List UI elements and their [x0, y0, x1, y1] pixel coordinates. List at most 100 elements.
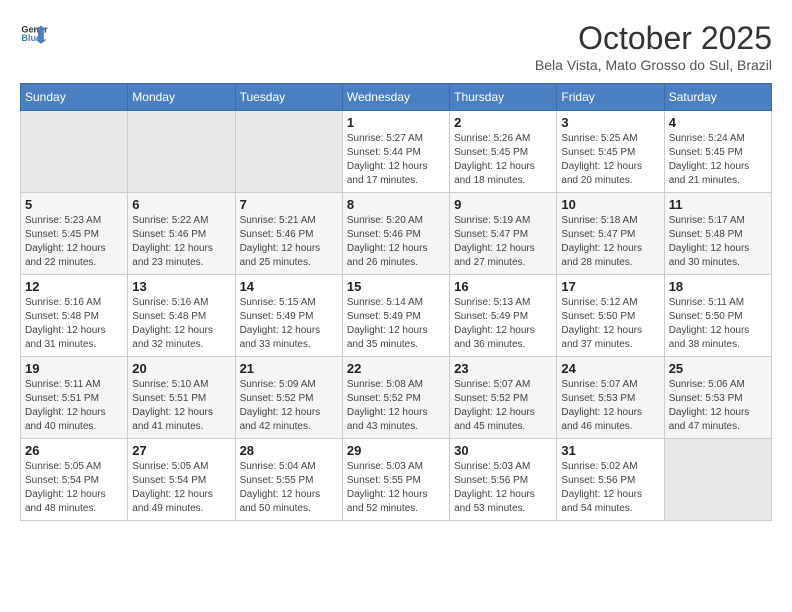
- day-header-friday: Friday: [557, 84, 664, 111]
- day-number: 2: [454, 115, 552, 130]
- day-info: Sunrise: 5:17 AM Sunset: 5:48 PM Dayligh…: [669, 214, 767, 270]
- day-number: 28: [240, 443, 338, 458]
- day-info: Sunrise: 5:22 AM Sunset: 5:46 PM Dayligh…: [132, 214, 230, 270]
- day-info: Sunrise: 5:16 AM Sunset: 5:48 PM Dayligh…: [25, 296, 123, 352]
- day-number: 6: [132, 197, 230, 212]
- day-info: Sunrise: 5:20 AM Sunset: 5:46 PM Dayligh…: [347, 214, 445, 270]
- calendar-cell: 18Sunrise: 5:11 AM Sunset: 5:50 PM Dayli…: [664, 275, 771, 357]
- calendar-cell: 8 Sunrise: 5:20 AM Sunset: 5:46 PM Daylig…: [342, 193, 449, 275]
- day-number: 5: [25, 197, 123, 212]
- logo: General Blue: [20, 20, 48, 48]
- calendar-table: SundayMondayTuesdayWednesdayThursdayFrid…: [20, 83, 772, 521]
- day-number: 19: [25, 361, 123, 376]
- day-header-saturday: Saturday: [664, 84, 771, 111]
- day-info: Sunrise: 5:05 AM Sunset: 5:54 PM Dayligh…: [132, 460, 230, 516]
- day-number: 20: [132, 361, 230, 376]
- day-info: Sunrise: 5:13 AM Sunset: 5:49 PM Dayligh…: [454, 296, 552, 352]
- calendar-cell: 5 Sunrise: 5:23 AM Sunset: 5:45 PM Daylig…: [21, 193, 128, 275]
- day-number: 11: [669, 197, 767, 212]
- calendar-cell: 22Sunrise: 5:08 AM Sunset: 5:52 PM Dayli…: [342, 357, 449, 439]
- calendar-cell: [235, 111, 342, 193]
- day-number: 12: [25, 279, 123, 294]
- month-title: October 2025: [535, 20, 772, 57]
- calendar-cell: 25Sunrise: 5:06 AM Sunset: 5:53 PM Dayli…: [664, 357, 771, 439]
- calendar-cell: 20 Sunrise: 5:10 AM Sunset: 5:51 PM Dayli…: [128, 357, 235, 439]
- day-number: 27: [132, 443, 230, 458]
- day-info: Sunrise: 5:15 AM Sunset: 5:49 PM Dayligh…: [240, 296, 338, 352]
- calendar-cell: 28 Sunrise: 5:04 AM Sunset: 5:55 PM Dayli…: [235, 439, 342, 521]
- day-number: 25: [669, 361, 767, 376]
- day-info: Sunrise: 5:24 AM Sunset: 5:45 PM Dayligh…: [669, 132, 767, 188]
- day-info: Sunrise: 5:03 AM Sunset: 5:55 PM Dayligh…: [347, 460, 445, 516]
- day-number: 23: [454, 361, 552, 376]
- day-info: Sunrise: 5:03 AM Sunset: 5:56 PM Dayligh…: [454, 460, 552, 516]
- calendar-cell: 16 Sunrise: 5:13 AM Sunset: 5:49 PM Dayli…: [450, 275, 557, 357]
- day-number: 21: [240, 361, 338, 376]
- day-info: Sunrise: 5:08 AM Sunset: 5:52 PM Dayligh…: [347, 378, 445, 434]
- day-number: 18: [669, 279, 767, 294]
- header: General Blue October 2025 Bela Vista, Ma…: [20, 20, 772, 73]
- day-number: 16: [454, 279, 552, 294]
- logo-icon: General Blue: [20, 20, 48, 48]
- day-info: Sunrise: 5:07 AM Sunset: 5:53 PM Dayligh…: [561, 378, 659, 434]
- day-info: Sunrise: 5:05 AM Sunset: 5:54 PM Dayligh…: [25, 460, 123, 516]
- week-row-1: 1 Sunrise: 5:27 AM Sunset: 5:44 PM Daylig…: [21, 111, 772, 193]
- calendar-cell: 15Sunrise: 5:14 AM Sunset: 5:49 PM Dayli…: [342, 275, 449, 357]
- day-info: Sunrise: 5:10 AM Sunset: 5:51 PM Dayligh…: [132, 378, 230, 434]
- calendar-cell: 7 Sunrise: 5:21 AM Sunset: 5:46 PM Daylig…: [235, 193, 342, 275]
- calendar-cell: 9 Sunrise: 5:19 AM Sunset: 5:47 PM Daylig…: [450, 193, 557, 275]
- day-number: 14: [240, 279, 338, 294]
- calendar-cell: 30 Sunrise: 5:03 AM Sunset: 5:56 PM Dayli…: [450, 439, 557, 521]
- calendar-cell: 23 Sunrise: 5:07 AM Sunset: 5:52 PM Dayli…: [450, 357, 557, 439]
- day-number: 4: [669, 115, 767, 130]
- calendar-cell: [128, 111, 235, 193]
- calendar-cell: 17 Sunrise: 5:12 AM Sunset: 5:50 PM Dayli…: [557, 275, 664, 357]
- day-number: 10: [561, 197, 659, 212]
- day-number: 7: [240, 197, 338, 212]
- day-info: Sunrise: 5:07 AM Sunset: 5:52 PM Dayligh…: [454, 378, 552, 434]
- day-number: 9: [454, 197, 552, 212]
- header-row: SundayMondayTuesdayWednesdayThursdayFrid…: [21, 84, 772, 111]
- day-number: 13: [132, 279, 230, 294]
- day-header-tuesday: Tuesday: [235, 84, 342, 111]
- day-number: 3: [561, 115, 659, 130]
- day-header-monday: Monday: [128, 84, 235, 111]
- day-number: 24: [561, 361, 659, 376]
- day-info: Sunrise: 5:21 AM Sunset: 5:46 PM Dayligh…: [240, 214, 338, 270]
- calendar-cell: 21Sunrise: 5:09 AM Sunset: 5:52 PM Dayli…: [235, 357, 342, 439]
- day-info: Sunrise: 5:26 AM Sunset: 5:45 PM Dayligh…: [454, 132, 552, 188]
- day-number: 1: [347, 115, 445, 130]
- day-info: Sunrise: 5:27 AM Sunset: 5:44 PM Dayligh…: [347, 132, 445, 188]
- day-info: Sunrise: 5:23 AM Sunset: 5:45 PM Dayligh…: [25, 214, 123, 270]
- day-number: 30: [454, 443, 552, 458]
- calendar-cell: [664, 439, 771, 521]
- calendar-cell: 2 Sunrise: 5:26 AM Sunset: 5:45 PM Daylig…: [450, 111, 557, 193]
- day-header-sunday: Sunday: [21, 84, 128, 111]
- day-info: Sunrise: 5:25 AM Sunset: 5:45 PM Dayligh…: [561, 132, 659, 188]
- day-info: Sunrise: 5:12 AM Sunset: 5:50 PM Dayligh…: [561, 296, 659, 352]
- calendar-cell: 3 Sunrise: 5:25 AM Sunset: 5:45 PM Daylig…: [557, 111, 664, 193]
- week-row-2: 5 Sunrise: 5:23 AM Sunset: 5:45 PM Daylig…: [21, 193, 772, 275]
- calendar-cell: 14 Sunrise: 5:15 AM Sunset: 5:49 PM Dayli…: [235, 275, 342, 357]
- day-header-wednesday: Wednesday: [342, 84, 449, 111]
- calendar-cell: 29Sunrise: 5:03 AM Sunset: 5:55 PM Dayli…: [342, 439, 449, 521]
- week-row-4: 19Sunrise: 5:11 AM Sunset: 5:51 PM Dayli…: [21, 357, 772, 439]
- calendar-cell: 31 Sunrise: 5:02 AM Sunset: 5:56 PM Dayli…: [557, 439, 664, 521]
- calendar-cell: 1 Sunrise: 5:27 AM Sunset: 5:44 PM Daylig…: [342, 111, 449, 193]
- day-number: 31: [561, 443, 659, 458]
- calendar-cell: [21, 111, 128, 193]
- calendar-cell: 19Sunrise: 5:11 AM Sunset: 5:51 PM Dayli…: [21, 357, 128, 439]
- calendar-cell: 6 Sunrise: 5:22 AM Sunset: 5:46 PM Daylig…: [128, 193, 235, 275]
- calendar-cell: 24 Sunrise: 5:07 AM Sunset: 5:53 PM Dayli…: [557, 357, 664, 439]
- day-info: Sunrise: 5:19 AM Sunset: 5:47 PM Dayligh…: [454, 214, 552, 270]
- day-number: 17: [561, 279, 659, 294]
- calendar-cell: 12 Sunrise: 5:16 AM Sunset: 5:48 PM Dayli…: [21, 275, 128, 357]
- calendar-cell: 27 Sunrise: 5:05 AM Sunset: 5:54 PM Dayli…: [128, 439, 235, 521]
- day-info: Sunrise: 5:04 AM Sunset: 5:55 PM Dayligh…: [240, 460, 338, 516]
- day-info: Sunrise: 5:02 AM Sunset: 5:56 PM Dayligh…: [561, 460, 659, 516]
- calendar-cell: 26Sunrise: 5:05 AM Sunset: 5:54 PM Dayli…: [21, 439, 128, 521]
- day-info: Sunrise: 5:16 AM Sunset: 5:48 PM Dayligh…: [132, 296, 230, 352]
- calendar-cell: 11 Sunrise: 5:17 AM Sunset: 5:48 PM Dayli…: [664, 193, 771, 275]
- day-number: 8: [347, 197, 445, 212]
- week-row-5: 26Sunrise: 5:05 AM Sunset: 5:54 PM Dayli…: [21, 439, 772, 521]
